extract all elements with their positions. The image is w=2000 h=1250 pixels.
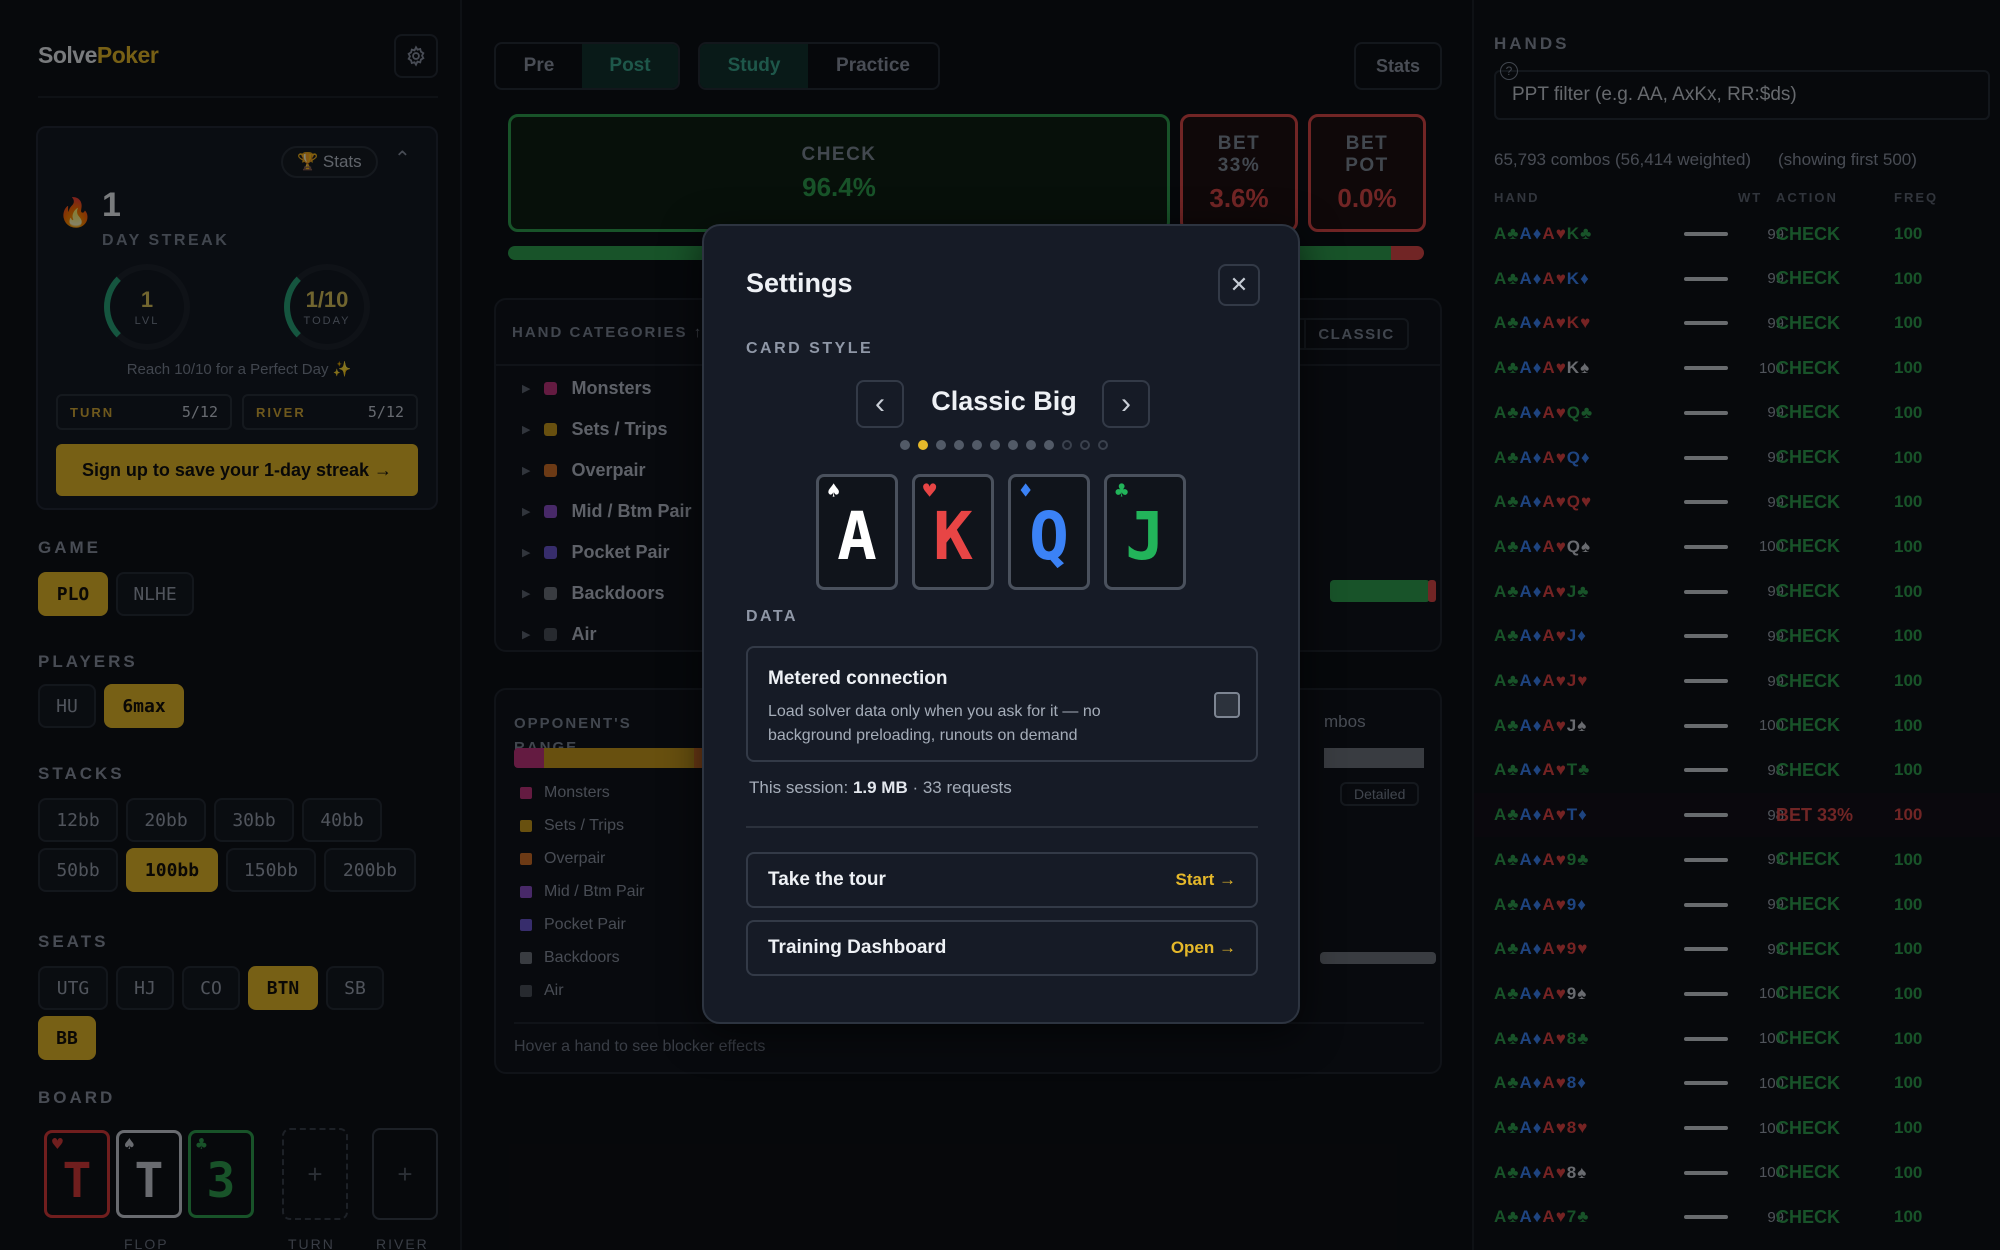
style-dot[interactable]: [918, 440, 928, 450]
suit-icon: ♠: [827, 479, 841, 504]
style-dot[interactable]: [972, 440, 982, 450]
training-dashboard-button[interactable]: Training Dashboard Open →: [746, 920, 1258, 976]
style-dots: [900, 440, 1108, 450]
metered-description: Load solver data only when you ask for i…: [768, 703, 1101, 744]
preview-card: ♥ K: [912, 474, 994, 590]
close-button[interactable]: ✕: [1218, 264, 1260, 306]
card-rank: J: [1125, 498, 1165, 575]
metered-connection-option[interactable]: Metered connection Load solver data only…: [746, 646, 1258, 762]
close-icon: ✕: [1229, 272, 1249, 297]
preview-card: ♦ Q: [1008, 474, 1090, 590]
metered-checkbox[interactable]: [1214, 692, 1240, 718]
divider: [746, 826, 1258, 828]
app-root: SolvePoker 🏆 Stats ⌃ 🔥 1 DAY STREAK 1 LV…: [0, 0, 2000, 1250]
data-label: DATA: [746, 608, 799, 625]
suit-icon: ♣: [1115, 479, 1129, 504]
card-rank: K: [933, 498, 973, 575]
style-dot[interactable]: [954, 440, 964, 450]
card-style-label: CARD STYLE: [746, 340, 874, 357]
suit-icon: ♦: [1019, 479, 1033, 504]
metered-title: Metered connection: [768, 668, 948, 689]
preview-card: ♠ A: [816, 474, 898, 590]
style-dot[interactable]: [1044, 440, 1054, 450]
session-usage: This session: 1.9 MB · 33 requests: [749, 778, 1012, 797]
style-dot[interactable]: [900, 440, 910, 450]
style-dot[interactable]: [1080, 440, 1090, 450]
style-dot[interactable]: [936, 440, 946, 450]
style-dot[interactable]: [990, 440, 1000, 450]
style-dot[interactable]: [1026, 440, 1036, 450]
chevron-right-icon: ›: [1121, 387, 1131, 420]
card-rank: A: [837, 498, 877, 575]
style-dot[interactable]: [1098, 440, 1108, 450]
next-style-button[interactable]: ›: [1102, 380, 1150, 428]
preview-card: ♣ J: [1104, 474, 1186, 590]
take-tour-button[interactable]: Take the tour Start →: [746, 852, 1258, 908]
suit-icon: ♥: [923, 479, 937, 504]
settings-title: Settings: [746, 268, 853, 298]
settings-modal: Settings ✕ CARD STYLE ‹ Classic Big › ♠ A…: [702, 224, 1300, 1024]
style-dot[interactable]: [1008, 440, 1018, 450]
style-dot[interactable]: [1062, 440, 1072, 450]
card-rank: Q: [1029, 498, 1069, 575]
